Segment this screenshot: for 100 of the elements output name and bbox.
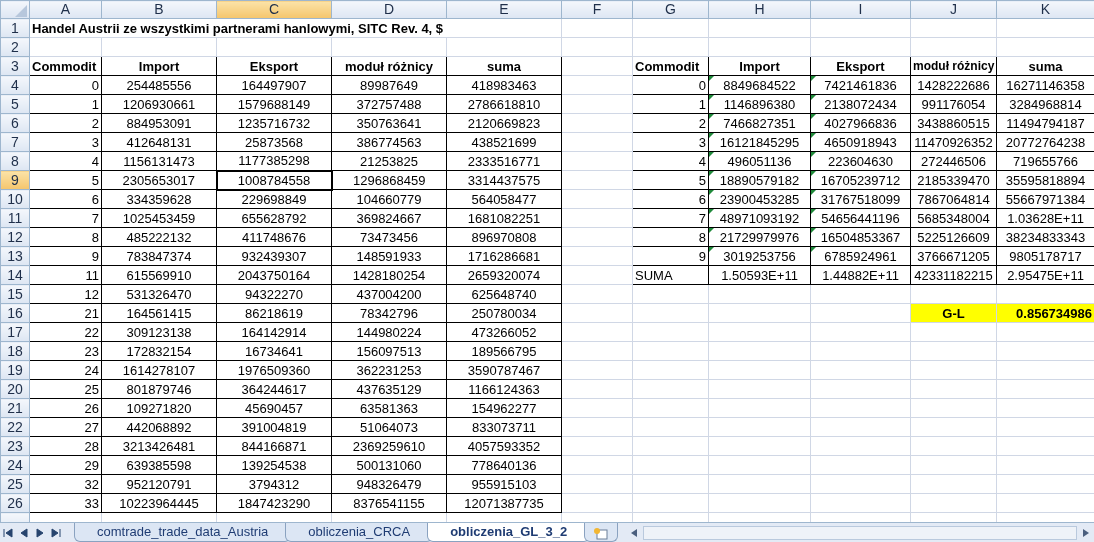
table-cell: 1 xyxy=(632,94,709,114)
table-cell: 615569910 xyxy=(101,265,217,285)
table-cell: 442068892 xyxy=(101,417,217,437)
table-cell: 1146896380 xyxy=(708,94,811,114)
table-cell: 23 xyxy=(29,341,102,361)
column-header[interactable]: E xyxy=(446,0,562,19)
table-cell: 104660779 xyxy=(331,189,447,209)
column-heading: Import xyxy=(708,56,811,76)
scroll-right-icon[interactable] xyxy=(1081,526,1091,539)
table-cell: 6 xyxy=(632,189,709,209)
column-heading: moduł różnicy xyxy=(910,56,997,76)
table-cell: 655628792 xyxy=(216,208,332,228)
table-cell: 54656441196 xyxy=(810,208,911,228)
table-cell: 952120791 xyxy=(101,474,217,494)
table-cell: 21253825 xyxy=(331,151,447,171)
sheet-title: Handel Austrii ze wszystkimi partnerami hanlowymi, SITC Rev. 4, $ xyxy=(29,18,562,38)
table-cell: 496051136 xyxy=(708,151,811,171)
table-cell: 801879746 xyxy=(101,379,217,399)
column-header[interactable]: C xyxy=(216,0,332,19)
table-cell: 438521699 xyxy=(446,132,562,152)
table-cell: 1156131473 xyxy=(101,151,217,171)
table-cell: 1296868459 xyxy=(331,170,447,190)
table-cell: 783847374 xyxy=(101,246,217,266)
table-cell: 391004819 xyxy=(216,417,332,437)
column-header[interactable]: J xyxy=(910,0,997,19)
table-cell: 26 xyxy=(29,398,102,418)
table-cell: 78342796 xyxy=(331,303,447,323)
table-cell: 73473456 xyxy=(331,227,447,247)
column-header[interactable]: I xyxy=(810,0,911,19)
column-heading: Commodit xyxy=(632,56,709,76)
column-header[interactable]: H xyxy=(708,0,811,19)
table-cell: SUMA xyxy=(632,265,709,285)
table-cell: 250780034 xyxy=(446,303,562,323)
new-sheet-tab[interactable] xyxy=(584,523,619,542)
table-cell: 4027966836 xyxy=(810,113,911,133)
table-cell: 16121845295 xyxy=(708,132,811,152)
table-cell: 7421461836 xyxy=(810,75,911,95)
table-cell: 7466827351 xyxy=(708,113,811,133)
table-cell: 94322270 xyxy=(216,284,332,304)
table-cell: 16705239712 xyxy=(810,170,911,190)
column-header[interactable]: B xyxy=(101,0,217,19)
table-cell: 1428180254 xyxy=(331,265,447,285)
table-cell: 1716286681 xyxy=(446,246,562,266)
table-cell: 22 xyxy=(29,322,102,342)
table-cell: 42331182215 xyxy=(910,265,997,285)
table-cell: 32 xyxy=(29,474,102,494)
table-cell: 639385598 xyxy=(101,455,217,475)
table-cell: 0 xyxy=(632,75,709,95)
column-header[interactable]: A xyxy=(29,0,102,19)
table-cell: 844166871 xyxy=(216,436,332,456)
first-sheet-icon[interactable] xyxy=(2,526,14,539)
table-cell: 109271820 xyxy=(101,398,217,418)
table-cell: 4650918943 xyxy=(810,132,911,152)
table-cell: 7 xyxy=(632,208,709,228)
table-cell: 3766671205 xyxy=(910,246,997,266)
table-cell: 144980224 xyxy=(331,322,447,342)
scroll-left-icon[interactable] xyxy=(629,526,640,539)
table-cell: 1976509360 xyxy=(216,360,332,380)
table-cell: 11470926352 xyxy=(910,132,997,152)
table-cell: 25873568 xyxy=(216,132,332,152)
column-heading: Commodit xyxy=(29,56,102,76)
table-cell: 164561415 xyxy=(101,303,217,323)
table-cell: 51064073 xyxy=(331,417,447,437)
next-sheet-icon[interactable] xyxy=(34,526,46,539)
table-cell: 229698849 xyxy=(216,189,332,209)
table-cell: 3019253756 xyxy=(708,246,811,266)
table-cell: 10223964445 xyxy=(101,493,217,513)
column-header[interactable]: K xyxy=(996,0,1094,19)
table-cell: 28 xyxy=(29,436,102,456)
table-cell: 1025453459 xyxy=(101,208,217,228)
table-cell: 372757488 xyxy=(331,94,447,114)
table-cell: 369824667 xyxy=(331,208,447,228)
table-cell: 1008784558 xyxy=(216,170,332,190)
table-cell: 6785924961 xyxy=(810,246,911,266)
table-cell: 4057593352 xyxy=(446,436,562,456)
last-sheet-icon[interactable] xyxy=(50,526,62,539)
table-cell: 2138072434 xyxy=(810,94,911,114)
column-header[interactable]: D xyxy=(331,0,447,19)
table-cell: 33 xyxy=(29,493,102,513)
table-cell: 27 xyxy=(29,417,102,437)
table-cell: 364244617 xyxy=(216,379,332,399)
table-cell: 5 xyxy=(29,170,102,190)
previous-sheet-icon[interactable] xyxy=(18,526,30,539)
table-cell: 1579688149 xyxy=(216,94,332,114)
table-cell: 29 xyxy=(29,455,102,475)
table-cell: 3590787467 xyxy=(446,360,562,380)
table-cell: 31767518099 xyxy=(810,189,911,209)
table-cell: 350763641 xyxy=(331,113,447,133)
table-cell: 154962277 xyxy=(446,398,562,418)
table-cell: 531326470 xyxy=(101,284,217,304)
table-cell: 23900453285 xyxy=(708,189,811,209)
table-cell: 1 xyxy=(29,94,102,114)
table-cell: 156097513 xyxy=(331,341,447,361)
table-cell: 45690457 xyxy=(216,398,332,418)
table-cell: 1206930661 xyxy=(101,94,217,114)
table-cell: 500131060 xyxy=(331,455,447,475)
column-header[interactable]: F xyxy=(561,0,633,19)
column-header[interactable]: G xyxy=(632,0,709,19)
table-cell: 148591933 xyxy=(331,246,447,266)
table-cell: 63581363 xyxy=(331,398,447,418)
